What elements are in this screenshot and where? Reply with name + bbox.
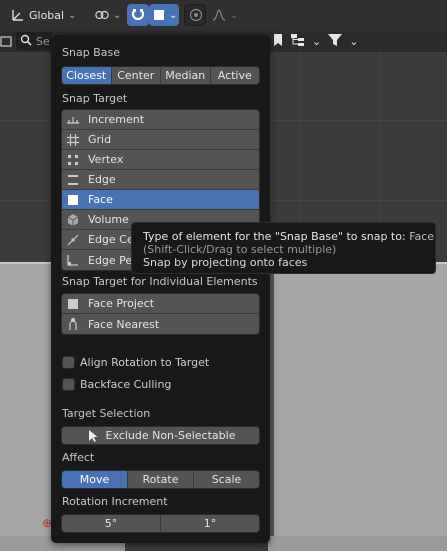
increment-icon <box>66 113 80 127</box>
edge-icon <box>66 173 80 187</box>
orientation-label: Global <box>29 8 65 22</box>
face-project-icon <box>66 297 80 311</box>
snap-target-label: Snap Target <box>62 92 128 105</box>
chevron-down-icon: ⌄ <box>230 9 239 21</box>
affect-scale[interactable]: Scale <box>194 471 259 488</box>
falloff-curve-icon <box>212 8 226 22</box>
list-item-label: Volume <box>88 213 129 226</box>
tooltip-description: Snap by projecting onto faces <box>143 256 308 269</box>
snap-base-active[interactable]: Active <box>210 67 259 84</box>
outliner-tools: ⌄ ⌄ <box>272 31 358 52</box>
face-project-toggle[interactable]: Face Project <box>62 294 259 314</box>
affect-selector: Move Rotate Scale <box>61 470 260 489</box>
chevron-down-icon: ⌄ <box>169 9 178 21</box>
volume-icon <box>66 213 80 227</box>
snap-target-edge[interactable]: Edge <box>62 170 259 190</box>
viewport-header: Global ⌄ ⌄ ⌄ ⌄ <box>0 0 447 31</box>
tooltip-hint: (Shift-Click/Drag to select multiple) <box>143 243 337 256</box>
tooltip-title-line: Type of element for the "Snap Base" to s… <box>143 230 434 243</box>
rotation-increment-fine[interactable]: 1° <box>161 515 259 532</box>
rotation-increment-coarse[interactable]: 5° <box>62 515 161 532</box>
snap-target-face[interactable]: Face <box>62 190 259 210</box>
pivot-point-dropdown[interactable]: ⌄ <box>90 4 124 26</box>
snap-target-vertex[interactable]: Vertex <box>62 150 259 170</box>
list-item-label: Increment <box>88 113 145 126</box>
list-item-label: Vertex <box>88 153 124 166</box>
snap-base-label: Snap Base <box>62 46 120 59</box>
affect-move[interactable]: Move <box>62 471 128 488</box>
list-item-label: Edge Pe <box>88 253 133 267</box>
affect-label: Affect <box>62 451 95 464</box>
hierarchy-icon[interactable] <box>290 33 306 50</box>
cursor-arrow-icon <box>86 429 100 443</box>
list-item-label: Edge Ce <box>88 233 134 246</box>
magnet-icon <box>131 8 145 22</box>
backface-culling-checkbox-row[interactable]: Backface Culling <box>62 376 171 392</box>
mesh-object[interactable] <box>268 262 447 551</box>
list-item-label: Grid <box>88 133 112 146</box>
chevron-down-icon[interactable]: ⌄ <box>349 35 358 48</box>
align-rotation-checkbox[interactable] <box>62 355 75 369</box>
filter-icon[interactable] <box>327 33 343 50</box>
face-nearest-toggle[interactable]: Face Nearest <box>62 314 259 334</box>
snap-target-grid[interactable]: Grid <box>62 130 259 150</box>
chevron-down-icon: ⌄ <box>68 9 77 21</box>
target-selection-label: Target Selection <box>62 407 151 420</box>
snap-base-center[interactable]: Center <box>111 67 161 84</box>
chevron-down-icon: ⌄ <box>113 9 122 21</box>
snapping-popover: Snap Base Closest Center Median Active S… <box>51 35 270 543</box>
list-item-label: Face Project <box>88 297 155 310</box>
list-item-label: Face <box>88 193 113 206</box>
snap-target-increment[interactable]: Increment <box>62 110 259 130</box>
affect-rotate[interactable]: Rotate <box>128 471 194 488</box>
edge-perpendicular-icon <box>66 253 80 267</box>
edge-center-icon <box>66 233 80 247</box>
proportional-editing-icon <box>189 8 203 22</box>
proportional-falloff-dropdown[interactable]: ⌄ <box>207 4 239 26</box>
search-icon <box>20 34 32 49</box>
exclude-non-selectable-label: Exclude Non-Selectable <box>105 429 236 442</box>
mesh-edge <box>268 536 447 551</box>
align-rotation-checkbox-row[interactable]: Align Rotation to Target <box>62 354 209 370</box>
face-nearest-icon <box>66 317 80 331</box>
exclude-non-selectable-button[interactable]: Exclude Non-Selectable <box>61 426 260 445</box>
list-item-label: Face Nearest <box>88 317 160 331</box>
align-rotation-label: Align Rotation to Target <box>80 355 210 369</box>
rotation-increment-fields: 5° 1° <box>61 514 260 533</box>
bookmark-icon[interactable] <box>272 33 284 50</box>
proportional-editing-toggle[interactable] <box>184 4 206 26</box>
backface-culling-label: Backface Culling <box>80 377 172 391</box>
search-placeholder: Se <box>36 34 50 48</box>
face-icon <box>153 8 165 22</box>
rotation-increment-label: Rotation Increment <box>62 495 168 508</box>
individual-elements-list: Face Project Face Nearest <box>61 293 260 335</box>
backface-culling-checkbox[interactable] <box>62 377 75 391</box>
tooltip-prefix: Type of element for the "Snap Base" to s… <box>143 230 406 243</box>
snap-toggle[interactable] <box>127 4 149 26</box>
search-input[interactable]: Se <box>16 32 52 50</box>
select-box-icon[interactable] <box>0 34 14 48</box>
snap-base-closest[interactable]: Closest <box>62 67 112 84</box>
tooltip-value: Face <box>409 230 435 243</box>
snap-base-selector: Closest Center Median Active <box>61 66 260 85</box>
snap-target-dropdown[interactable]: ⌄ <box>149 4 179 26</box>
individual-elements-label: Snap Target for Individual Elements <box>62 275 258 288</box>
chevron-down-icon[interactable]: ⌄ <box>312 35 321 48</box>
grid-icon <box>66 133 80 147</box>
pivot-link-icon <box>95 8 109 22</box>
face-icon <box>66 193 80 207</box>
orientation-dropdown[interactable]: Global ⌄ <box>6 4 84 26</box>
list-item-label: Edge <box>88 173 116 186</box>
snap-target-tooltip: Type of element for the "Snap Base" to s… <box>131 222 436 274</box>
transform-orientation-icon <box>11 8 25 22</box>
snap-base-median[interactable]: Median <box>161 67 211 84</box>
vertex-icon <box>66 153 80 167</box>
